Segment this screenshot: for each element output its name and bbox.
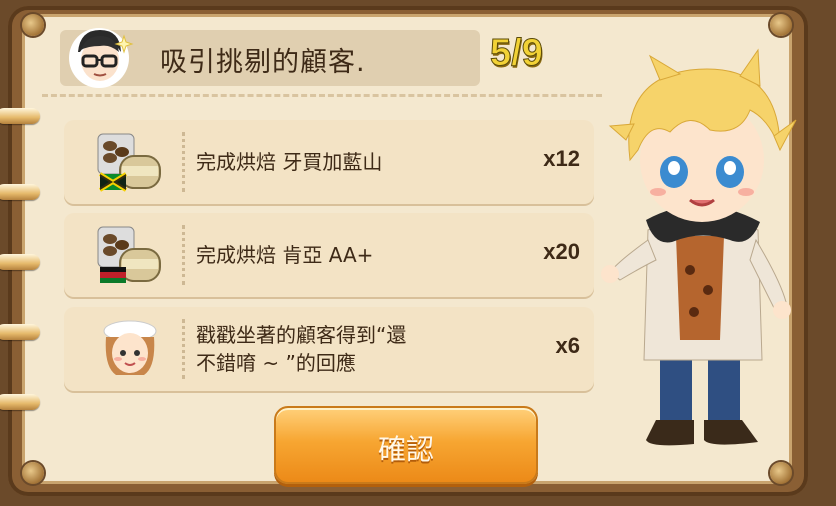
task-description-line: 不錯唷 ~ ”的回應 <box>196 351 356 375</box>
header-divider <box>42 94 602 97</box>
task-quantity: x12 <box>543 146 580 171</box>
rivet-icon <box>770 14 792 36</box>
task-quantity: x20 <box>543 239 580 264</box>
task-description-line: 戳戳坐著的顧客得到“還 <box>196 323 407 347</box>
task-card: 完成烘焙 牙買加藍山 x12 <box>64 120 594 204</box>
rivet-icon <box>22 14 44 36</box>
task-description: 完成烘焙 肯亞 AA+ <box>196 243 374 267</box>
rivet-icon <box>22 462 44 484</box>
jamaica-coffee-bag-icon <box>97 133 161 192</box>
binder-ring <box>0 394 40 410</box>
card-separator <box>182 319 185 379</box>
binder-ring <box>0 324 40 340</box>
task-card: 完成烘焙 肯亞 AA+ x20 <box>64 213 594 297</box>
confirm-button-label: 確認 <box>377 433 434 466</box>
blonde-barista-character <box>601 48 797 446</box>
task-description: 戳戳坐著的顧客得到“還 不錯唷 ~ ”的回應 <box>196 321 406 377</box>
confirm-button[interactable]: 確認 <box>274 406 538 484</box>
binder-ring <box>0 184 40 200</box>
quest-title: 吸引挑剔的顧客. <box>160 47 366 78</box>
task-card: 戳戳坐著的顧客得到“還 不錯唷 ~ ”的回應 x6 <box>64 307 594 391</box>
quest-progress: 5/9 <box>490 32 544 75</box>
card-separator <box>182 225 185 285</box>
binder-ring <box>0 108 40 124</box>
customer-face-icon <box>103 320 157 375</box>
card-separator <box>182 132 185 192</box>
customer-avatar-icon <box>69 28 134 88</box>
task-quantity: x6 <box>555 333 580 358</box>
kenya-coffee-bag-icon <box>97 226 161 283</box>
task-description: 完成烘焙 牙買加藍山 <box>196 150 383 174</box>
binder-ring <box>0 254 40 270</box>
